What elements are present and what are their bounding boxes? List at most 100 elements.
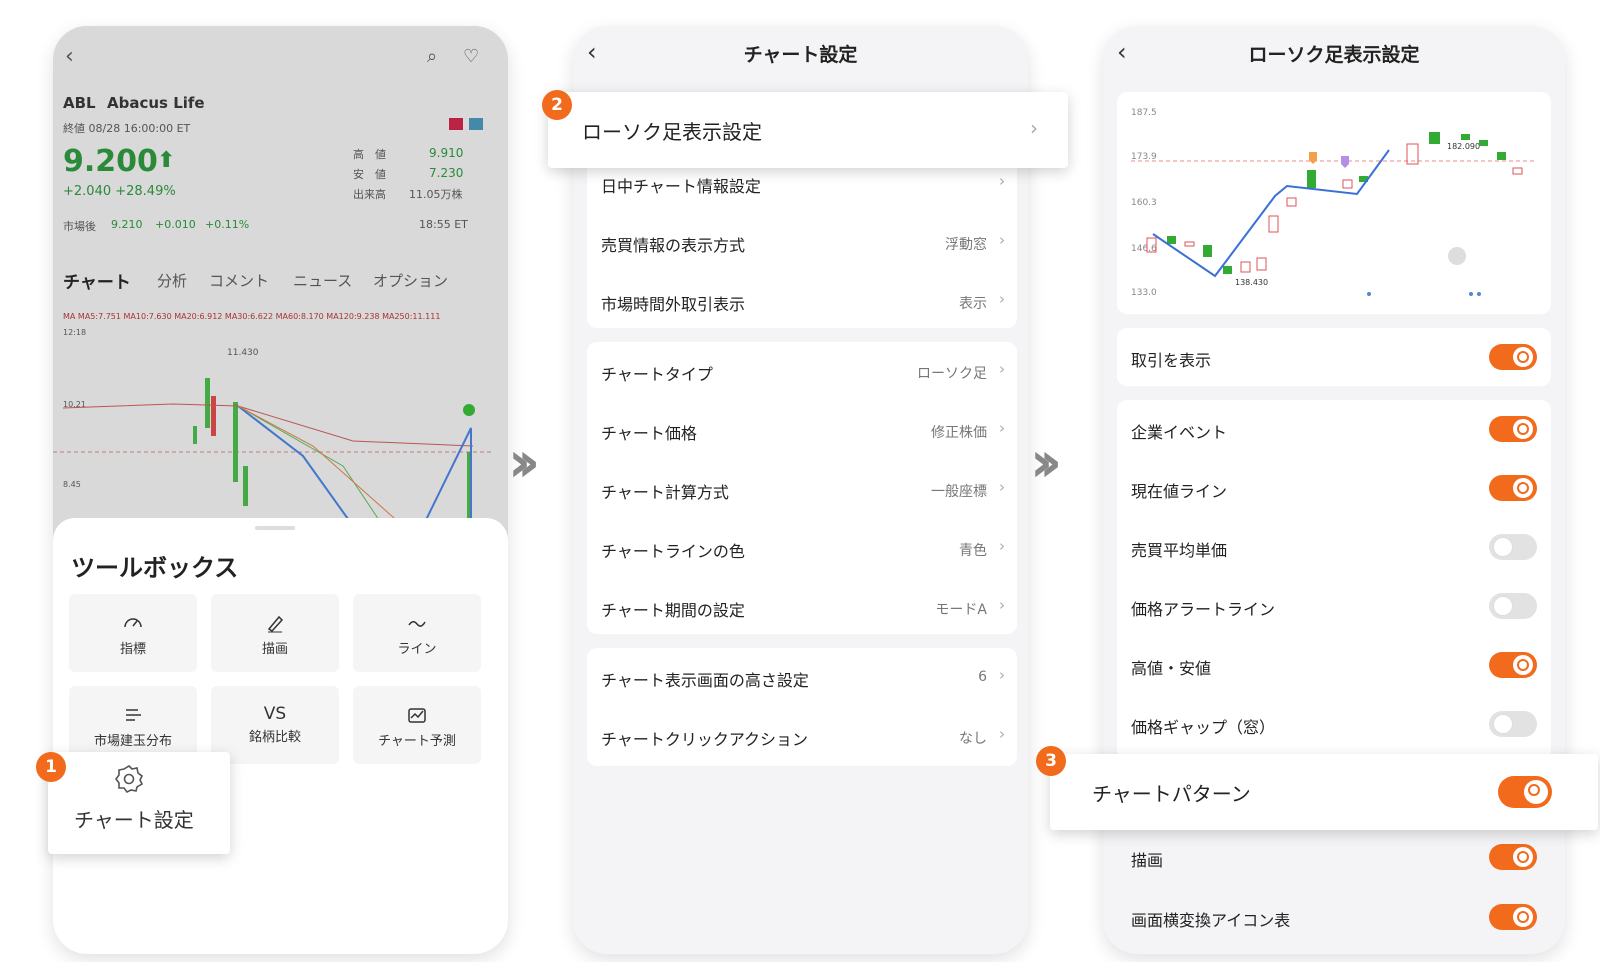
chevron-right-icon: › [999, 419, 1005, 437]
row-label: チャートクリックアクション [601, 730, 809, 749]
row-value: 一般座標 [931, 484, 987, 500]
row-line-color[interactable]: チャートラインの色 青色 › [587, 519, 1017, 579]
toggle-label: 現在値ライン [1131, 482, 1228, 501]
row-label: 日中チャート情報設定 [601, 177, 761, 196]
toggle-row: 価格ギャップ（窓） [1117, 695, 1551, 754]
toggle-row: 描画 [1117, 828, 1551, 887]
row-label: チャート価格 [601, 424, 697, 443]
search-icon[interactable]: ⌕ [427, 46, 437, 67]
toolbox-title: ツールボックス [71, 554, 239, 582]
market-icon [469, 118, 483, 130]
row-extended-hours[interactable]: 市場時間外取引表示 表示 › [587, 272, 1017, 332]
tab-options[interactable]: オプション [373, 270, 448, 291]
next-arrow-icon: ›› [1030, 430, 1062, 495]
gauge-icon [124, 618, 142, 628]
candlestick-settings-highlight[interactable]: ローソク足表示設定 › [548, 92, 1068, 168]
change: +2.040 +28.49% [63, 184, 176, 199]
chevron-right-icon: › [999, 172, 1005, 190]
toggle-row: 高値・安値 [1117, 636, 1551, 695]
low-value: 7.230 [429, 166, 464, 180]
row-chart-type[interactable]: チャートタイプ ローソク足 › [587, 342, 1017, 402]
tool-label: チャート予測 [378, 734, 456, 749]
tab-chart[interactable]: チャート [63, 268, 131, 293]
toggle-row: 企業イベント [1117, 400, 1551, 459]
page-title: ローソク足表示設定 [1248, 44, 1420, 66]
tab-comment[interactable]: コメント [209, 270, 269, 291]
price: 9.200 [63, 144, 158, 179]
pen-icon [267, 615, 284, 633]
tool-label: 指標 [119, 642, 146, 657]
row-chart-height[interactable]: チャート表示画面の高さ設定 6 › [587, 648, 1017, 708]
chart-pattern-highlight[interactable]: チャートパターン [1050, 754, 1598, 830]
after-hours-price: 9.210 [111, 218, 143, 231]
toggle-label: 高値・安値 [1131, 659, 1212, 678]
toolbox-sheet: ツールボックス 指標 描画 ライン 市場建玉分布 VS 銘柄比較 チャート予測 [53, 518, 508, 954]
toggle-label: 価格ギャップ（窓） [1131, 718, 1276, 737]
after-hours-pct: +0.11% [205, 218, 250, 231]
chevron-right-icon: › [999, 360, 1005, 378]
wave-icon [408, 621, 426, 627]
row-period[interactable]: チャート期間の設定 モードA › [587, 578, 1017, 638]
toggle-switch[interactable] [1489, 593, 1537, 619]
tool-line[interactable]: ライン [353, 594, 481, 672]
row-trade-display[interactable]: 売買情報の表示方式 浮動窓 › [587, 213, 1017, 273]
after-hours-change: +0.010 [155, 218, 196, 231]
toggle-switch[interactable] [1489, 711, 1537, 737]
row-label: チャート表示画面の高さ設定 [601, 671, 809, 690]
chart-settings-highlight[interactable]: チャート設定 [48, 752, 230, 854]
toggle-label: 描画 [1131, 851, 1164, 870]
sheet-handle[interactable] [255, 526, 295, 530]
chevron-right-icon: › [999, 231, 1005, 249]
favorite-icon[interactable]: ♡ [463, 46, 479, 67]
chart-pattern-toggle[interactable] [1498, 776, 1552, 808]
toggle-switch[interactable] [1489, 416, 1537, 442]
row-chart-price[interactable]: チャート価格 修正株価 › [587, 401, 1017, 461]
row-value: ローソク足 [917, 366, 987, 382]
toggle-row: 画面横変換アイコン表 [1117, 888, 1551, 947]
row-calc-method[interactable]: チャート計算方式 一般座標 › [587, 460, 1017, 520]
tool-compare[interactable]: VS 銘柄比較 [211, 686, 339, 764]
tool-indicator[interactable]: 指標 [69, 594, 197, 672]
chevron-right-icon: › [999, 666, 1005, 684]
vs-icon: VS [263, 704, 287, 724]
row-value: 青色 [959, 543, 987, 559]
row-label: チャート期間の設定 [601, 601, 745, 620]
step-badge-2: 2 [542, 90, 572, 120]
row-label: 売買情報の表示方式 [601, 236, 746, 255]
toggle-label: 価格アラートライン [1131, 600, 1276, 619]
settings-group-2: チャートタイプ ローソク足 › チャート価格 修正株価 › チャート計算方式 一般座標 › … [587, 342, 1017, 634]
row-value: なし [959, 731, 987, 747]
tab-news[interactable]: ニュース [293, 270, 352, 291]
back-icon[interactable]: ‹ [65, 44, 74, 69]
chevron-right-icon: › [999, 290, 1005, 308]
chevron-right-icon: › [999, 478, 1005, 496]
toggle-switch[interactable] [1489, 904, 1537, 930]
toggle-switch[interactable] [1489, 844, 1537, 870]
toggle-row: 売買平均単価 [1117, 518, 1551, 577]
tool-draw[interactable]: 描画 [211, 594, 339, 672]
tool-forecast[interactable]: チャート予測 [353, 686, 481, 764]
toggle-switch[interactable] [1489, 534, 1537, 560]
chevron-right-icon: › [999, 596, 1005, 614]
toggle-row: 価格アラートライン [1117, 577, 1551, 636]
row-label: チャート計算方式 [601, 483, 729, 502]
toggle-switch[interactable] [1489, 475, 1537, 501]
row-label: 市場時間外取引表示 [601, 295, 746, 314]
chart-settings-label: チャート設定 [74, 808, 194, 832]
popup-label: ローソク足表示設定 [582, 120, 762, 144]
toggle-switch[interactable] [1489, 652, 1537, 678]
page-title: チャート設定 [743, 44, 858, 66]
ticker: ABL [63, 94, 96, 112]
high-label: 高 値 [353, 148, 386, 161]
row-click-action[interactable]: チャートクリックアクション なし › [587, 707, 1017, 767]
show-trades-card: 取引を表示 [1117, 328, 1551, 386]
chevron-right-icon: › [999, 537, 1005, 555]
toggle-label: 企業イベント [1131, 423, 1228, 442]
toggle-row: 現在値ライン [1117, 459, 1551, 518]
volume-value: 11.05万株 [409, 188, 463, 201]
step-badge-3: 3 [1036, 746, 1066, 776]
company-name: Abacus Life [107, 94, 205, 112]
row-value: 6 [978, 669, 987, 685]
show-trades-toggle[interactable] [1489, 344, 1537, 370]
tab-analysis[interactable]: 分析 [157, 270, 187, 291]
